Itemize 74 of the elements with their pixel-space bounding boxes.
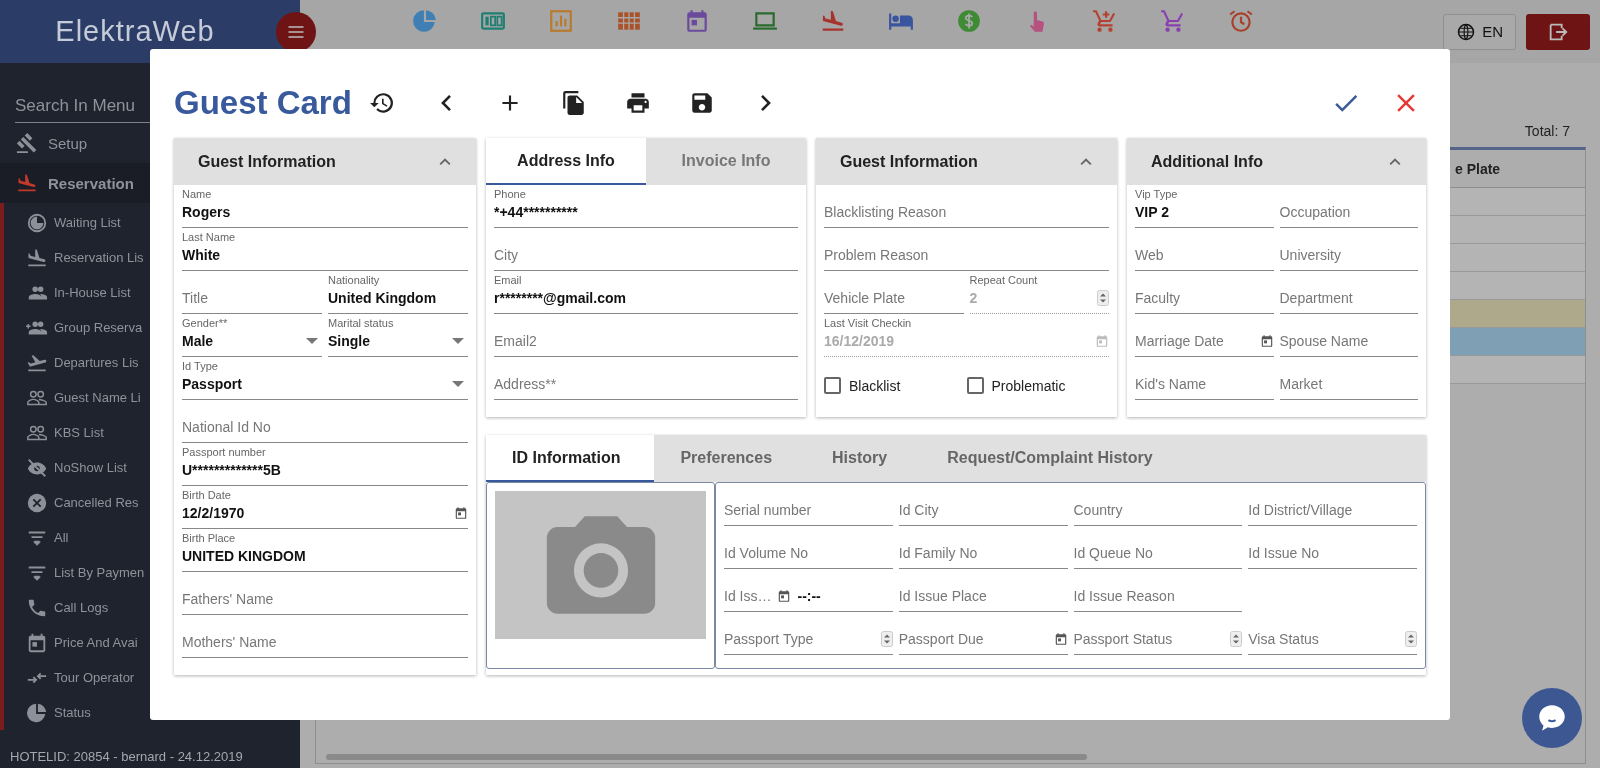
checkbox-text: Problematic	[991, 377, 1066, 394]
field-placeholder: Id District/Village	[1248, 502, 1353, 518]
field-label: Birth Place	[182, 532, 237, 545]
field-label: Last Name	[182, 231, 237, 244]
field-label: Birth Date	[182, 489, 232, 502]
field-label: Marital status	[328, 317, 395, 330]
field-placeholder: Id Iss…	[724, 588, 772, 604]
field-value: VIP 2	[1135, 204, 1169, 220]
field-placeholder: Id Issue Place	[898, 588, 987, 604]
field-value: 16/12/2019	[824, 333, 895, 349]
field-placeholder: Id Family No	[898, 545, 978, 561]
time-value: --:--	[797, 588, 821, 604]
status-text: HOTELID: 20854 - bernard - 24.12.2019	[9, 749, 244, 766]
field-value: UNITED KINGDOM	[182, 548, 306, 564]
field-label: Last Visit Checkin	[824, 317, 913, 330]
field-value: Single	[328, 333, 370, 349]
field-placeholder: Id City	[898, 502, 939, 518]
field-placeholder: Passport Type	[724, 631, 814, 647]
field-placeholder: Id Queue No	[1073, 545, 1153, 561]
field-placeholder: Address**	[494, 376, 557, 392]
field-placeholder: Fathers' Name	[182, 591, 274, 607]
field-placeholder: Web	[1135, 247, 1164, 263]
field-placeholder: Title	[182, 290, 208, 306]
panel-title: Guest Information	[198, 152, 337, 171]
field-label: Email	[494, 274, 523, 287]
field-placeholder: Problem Reason	[824, 247, 929, 263]
field-placeholder: Marriage Date	[1135, 333, 1224, 349]
field-placeholder: Kid's Name	[1135, 376, 1207, 392]
field-label: Phone	[494, 188, 527, 201]
field-placeholder: Faculty	[1135, 290, 1181, 306]
total-count: Total: 7	[1524, 123, 1570, 139]
field-label: Nationality	[328, 274, 381, 287]
dialog-title: Guest Card	[174, 83, 352, 122]
column-header: e Plate	[1455, 160, 1502, 177]
field-value: *+44**********	[494, 204, 578, 220]
field-placeholder: Serial number	[724, 502, 812, 518]
field-placeholder: Occupation	[1279, 204, 1351, 220]
field-placeholder: Id Issue Reason	[1073, 588, 1175, 604]
field-placeholder: Passport Due	[898, 631, 984, 647]
logo: ElektraWeb	[55, 15, 215, 48]
field-value: Rogers	[182, 204, 231, 220]
field-placeholder: Id Volume No	[724, 545, 809, 561]
field-label: Gender**	[182, 317, 229, 330]
field-placeholder: City	[494, 247, 519, 263]
field-placeholder: Spouse Name	[1279, 333, 1369, 349]
field-placeholder: University	[1279, 247, 1341, 263]
field-value: 2	[969, 290, 978, 306]
panel-title: Guest Information	[840, 152, 979, 171]
field-value: United Kingdom	[328, 290, 437, 306]
checkbox-text: Blacklist	[849, 377, 901, 394]
field-placeholder: Country	[1073, 502, 1123, 518]
field-placeholder: Email2	[494, 333, 537, 349]
field-value: 12/2/1970	[182, 505, 245, 521]
field-label: Id Type	[182, 360, 219, 373]
field-value: Male	[182, 333, 214, 349]
field-placeholder: Passport Status	[1073, 631, 1173, 647]
field-placeholder: Mothers' Name	[182, 634, 277, 650]
field-value: U*************5B	[182, 462, 281, 478]
field-label: Vip Type	[1135, 188, 1179, 201]
field-label: Repeat Count	[969, 274, 1039, 287]
field-placeholder: Market	[1279, 376, 1323, 392]
field-value: r********@gmail.com	[494, 290, 626, 306]
search-placeholder: Search In Menu	[15, 96, 135, 115]
panel-title: Additional Info	[1151, 152, 1264, 171]
field-placeholder: Department	[1279, 290, 1353, 306]
field-placeholder: Id Issue No	[1248, 545, 1320, 561]
field-placeholder: Blacklisting Reason	[824, 204, 947, 220]
field-label: Name	[182, 188, 213, 201]
field-value: Passport	[182, 376, 242, 392]
field-placeholder: Visa Status	[1248, 631, 1319, 647]
field-placeholder: National Id No	[182, 419, 271, 435]
field-label: Passport number	[182, 446, 267, 459]
field-value: White	[182, 247, 221, 263]
field-placeholder: Vehicle Plate	[824, 290, 905, 306]
